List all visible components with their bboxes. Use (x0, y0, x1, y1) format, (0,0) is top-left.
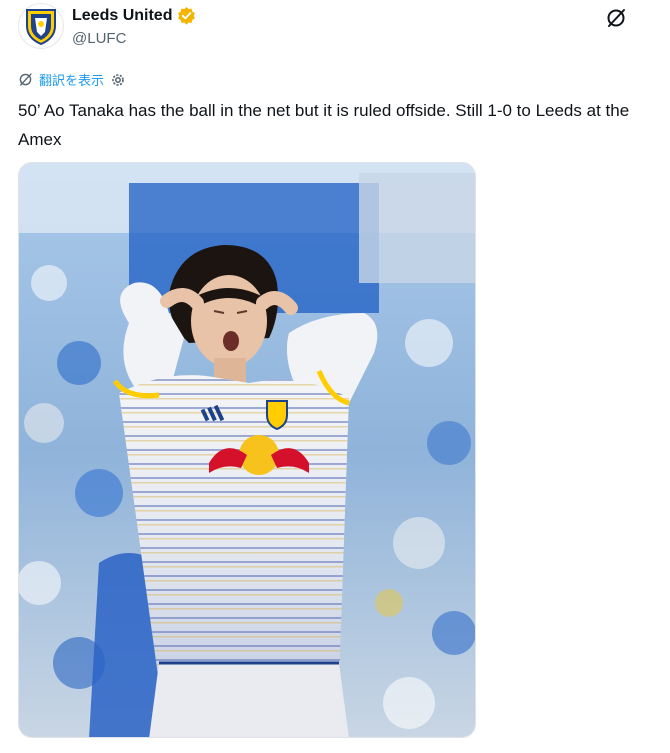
show-translation-link[interactable]: 翻訳を表示 (39, 70, 104, 89)
player-photo (19, 163, 475, 737)
post-photo[interactable] (18, 162, 476, 738)
translate-icon (19, 73, 32, 86)
post-text: 50’ Ao Tanaka has the ball in the net bu… (18, 101, 630, 149)
grok-icon (607, 9, 625, 27)
shirt-crest (266, 400, 288, 431)
leeds-crest-icon (26, 9, 56, 46)
verified-badge-icon (178, 6, 196, 25)
grok-button[interactable] (600, 4, 632, 32)
account-handle[interactable]: @LUFC (72, 30, 126, 47)
translate-row: 翻訳を表示 (18, 70, 126, 89)
name-row: Leeds United (72, 6, 196, 25)
display-name[interactable]: Leeds United (72, 7, 172, 25)
gear-icon[interactable] (110, 72, 126, 88)
avatar[interactable] (18, 3, 64, 49)
post-header: Leeds United @LUFC (0, 0, 670, 60)
